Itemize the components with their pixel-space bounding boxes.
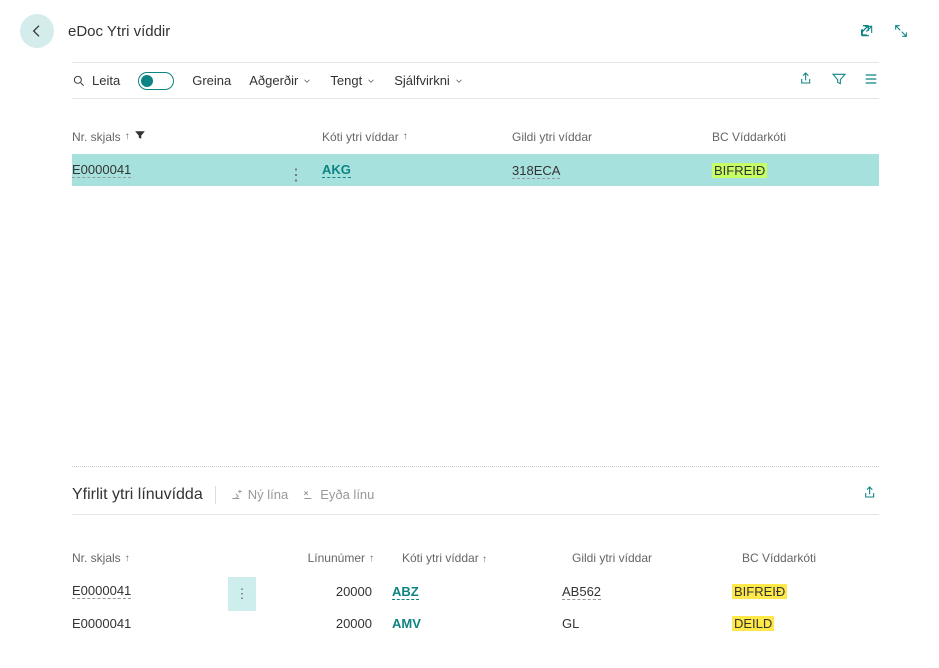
col-ext-value-label: Gildi ytri víddar (572, 551, 652, 565)
sort-asc-icon: ↑ (369, 553, 374, 564)
col-bc-code[interactable]: BC Víddarkóti (742, 551, 879, 565)
table-row[interactable]: E0000041 ⋮ 20000 ABZ AB562 BIFREIÐ (72, 575, 879, 607)
back-button[interactable] (20, 14, 54, 48)
col-ext-value[interactable]: Gildi ytri víddar (572, 551, 742, 565)
col-ext-code[interactable]: Kóti ytri víddar ↑ (322, 130, 512, 144)
doc-no-value: E0000041 (72, 616, 131, 631)
delete-line-icon (302, 488, 316, 502)
new-line-label: Ný lína (248, 487, 288, 502)
row-more-button[interactable]: ⋮ (288, 168, 304, 184)
row-more-button[interactable]: ⋮ (228, 577, 256, 611)
subsection-header: Yfirlit ytri línuvídda Ný lína Eyða línu (72, 485, 879, 515)
toolbar: Leita Greina Aðgerðir Tengt Sjálfvirkni (72, 62, 879, 99)
col-bc-code-label: BC Víddarkóti (712, 130, 786, 144)
col-ext-value[interactable]: Gildi ytri víddar (512, 130, 712, 144)
bc-code-value: DEILD (732, 616, 774, 631)
col-ext-code-label: Kóti ytri víddar (402, 551, 479, 565)
delete-line-label: Eyða línu (320, 487, 374, 502)
actions-label: Aðgerðir (249, 73, 298, 88)
automation-label: Sjálfvirkni (394, 73, 450, 88)
table-row[interactable]: E0000041 20000 AMV GL DEILD (72, 607, 879, 639)
chevron-down-icon (454, 76, 464, 86)
line-overview-section: Yfirlit ytri línuvídda Ný lína Eyða línu… (0, 467, 939, 639)
subsection-share-button[interactable] (863, 485, 879, 504)
col-line-no-label: Línunúmer (308, 551, 365, 565)
page-title: eDoc Ytri víddir (68, 23, 845, 40)
share-icon (799, 71, 815, 87)
arrow-left-icon (29, 23, 45, 39)
col-doc-no[interactable]: Nr. skjals ↑ (72, 551, 262, 565)
subsection-title: Yfirlit ytri línuvídda (72, 486, 216, 504)
bc-code-value: BIFREIÐ (712, 163, 767, 178)
filter-button[interactable] (831, 71, 847, 90)
chevron-down-icon (302, 76, 312, 86)
ext-value-link[interactable]: 318ECA (512, 163, 560, 179)
main-grid: Nr. skjals ↑ Kóti ytri víddar ↑ Gildi yt… (0, 99, 939, 466)
col-doc-no[interactable]: Nr. skjals ↑ (72, 129, 322, 144)
ext-value-link[interactable]: AB562 (562, 584, 601, 600)
new-line-button[interactable]: Ný lína (230, 487, 288, 502)
search-label: Leita (92, 73, 120, 88)
doc-no-link[interactable]: E0000041 (72, 162, 131, 178)
ext-code-link[interactable]: AKG (322, 162, 351, 178)
ext-code-link[interactable]: AMV (392, 616, 421, 631)
header-actions (859, 23, 909, 39)
search-button[interactable]: Leita (72, 73, 120, 88)
doc-no-link[interactable]: E0000041 (72, 583, 131, 599)
new-line-icon (230, 488, 244, 502)
col-line-no[interactable]: Línunúmer ↑ (262, 551, 402, 565)
popout-icon[interactable] (859, 23, 875, 39)
col-ext-value-label: Gildi ytri víddar (512, 130, 592, 144)
sort-asc-icon: ↑ (125, 131, 130, 142)
automation-menu[interactable]: Sjálfvirkni (394, 73, 464, 88)
bc-code-value: BIFREIÐ (732, 584, 787, 599)
list-view-button[interactable] (863, 71, 879, 90)
main-grid-header: Nr. skjals ↑ Kóti ytri víddar ↑ Gildi yt… (72, 99, 879, 154)
search-icon (72, 74, 86, 88)
analyze-toggle[interactable] (138, 72, 174, 90)
line-no-value: 20000 (262, 584, 392, 599)
col-doc-no-label: Nr. skjals (72, 551, 121, 565)
sort-asc-icon: ↑ (482, 554, 487, 565)
related-label: Tengt (330, 73, 362, 88)
line-no-value: 20000 (262, 616, 392, 631)
related-menu[interactable]: Tengt (330, 73, 376, 88)
table-row[interactable]: E0000041 ⋮ AKG 318ECA BIFREIÐ (72, 154, 879, 186)
delete-line-button[interactable]: Eyða línu (302, 487, 374, 502)
col-bc-code[interactable]: BC Víddarkóti (712, 130, 879, 144)
filter-icon (831, 71, 847, 87)
ext-value-text: GL (562, 616, 579, 631)
col-bc-code-label: BC Víddarkóti (742, 551, 816, 565)
sort-asc-icon: ↑ (403, 131, 408, 142)
expand-icon[interactable] (893, 23, 909, 39)
chevron-down-icon (366, 76, 376, 86)
share-button[interactable] (799, 71, 815, 90)
ext-code-link[interactable]: ABZ (392, 584, 419, 600)
page-header: eDoc Ytri víddir (0, 0, 939, 62)
filter-applied-icon (134, 129, 146, 144)
list-icon (863, 71, 879, 87)
line-grid-header: Nr. skjals ↑ Línunúmer ↑ Kóti ytri vídda… (72, 515, 879, 575)
col-ext-code[interactable]: Kóti ytri víddar ↑ (402, 551, 572, 565)
sort-asc-icon: ↑ (125, 553, 130, 564)
col-ext-code-label: Kóti ytri víddar (322, 130, 399, 144)
share-icon (863, 485, 879, 501)
col-doc-no-label: Nr. skjals (72, 130, 121, 144)
analyze-label: Greina (192, 73, 231, 88)
actions-menu[interactable]: Aðgerðir (249, 73, 312, 88)
